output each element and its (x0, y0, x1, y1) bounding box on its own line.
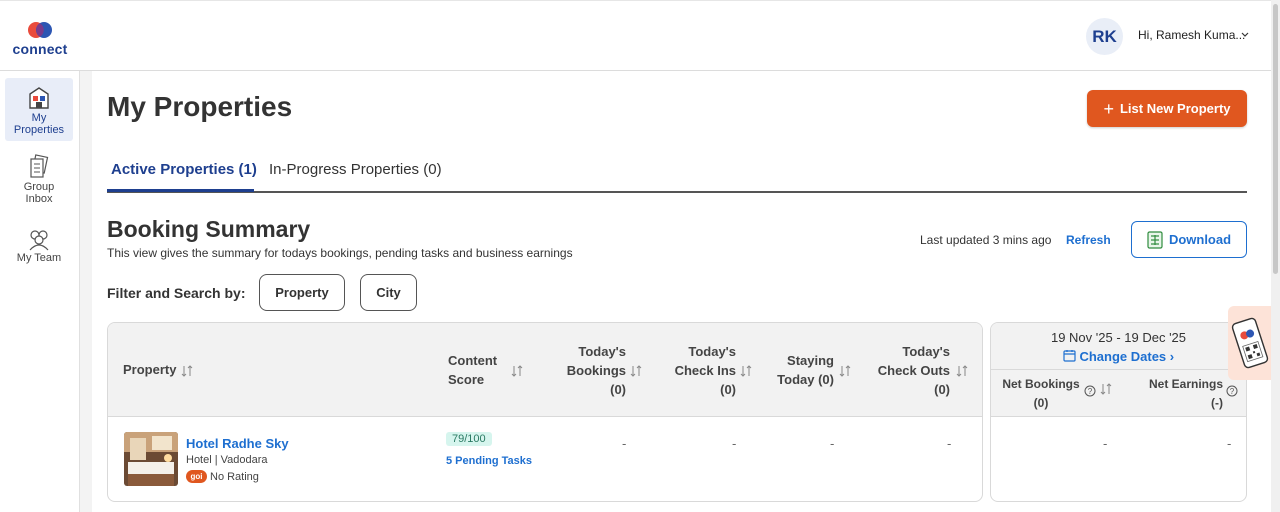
column-header-net-earnings[interactable]: Net Earnings (-) (1139, 375, 1223, 413)
sidebar-item-my-team[interactable]: My Team (5, 226, 73, 271)
change-dates-link[interactable]: Change Dates › (991, 349, 1246, 364)
filter-label: Filter and Search by: (107, 285, 246, 301)
info-icon[interactable]: ? (1226, 385, 1238, 397)
team-icon (29, 230, 49, 251)
connect-logo[interactable]: connect (10, 17, 70, 59)
cell-todays-bookings: - (622, 436, 627, 451)
property-tabs: Active Properties (1) In-Progress Proper… (107, 157, 1247, 193)
sidebar: My Properties Group Inbox My Team (0, 71, 80, 512)
sidebar-gutter (80, 71, 92, 512)
sidebar-item-label: Group (23, 181, 55, 193)
table-header: Property Content Score Today's Bookings … (108, 323, 982, 417)
section-title: Booking Summary (107, 216, 311, 242)
cell-todays-check-outs: - (947, 436, 952, 451)
refresh-link[interactable]: Refresh (1066, 233, 1111, 247)
column-header-todays-bookings[interactable]: Today's Bookings (0) (558, 342, 626, 399)
content-score-badge: 79/100 (446, 432, 492, 446)
tab-in-progress-properties[interactable]: In-Progress Properties (0) (269, 161, 442, 178)
rating-text: No Rating (210, 470, 259, 483)
sidebar-item-my-properties[interactable]: My Properties (5, 78, 73, 141)
cell-todays-check-ins: - (732, 436, 737, 451)
plus-icon: + (1103, 98, 1114, 119)
column-header-staying-today[interactable]: Staying Today (0) (768, 351, 834, 389)
sort-icon[interactable] (629, 363, 643, 379)
property-name-link[interactable]: Hotel Radhe Sky (186, 436, 289, 451)
logo-text: connect (12, 41, 68, 57)
cell-staying-today: - (830, 436, 835, 451)
active-tab-indicator (107, 189, 254, 192)
earnings-header: 19 Nov '25 - 19 Dec '25 Change Dates › N… (991, 323, 1246, 417)
download-button[interactable]: Download (1131, 221, 1247, 258)
sidebar-item-label: Inbox (25, 193, 53, 205)
date-range: 19 Nov '25 - 19 Dec '25 (1050, 330, 1187, 345)
button-label: Download (1168, 232, 1232, 247)
sidebar-item-label: Properties (13, 124, 65, 136)
button-label: List New Property (1119, 101, 1231, 116)
cell-net-earnings: - (1227, 436, 1232, 451)
sort-icon[interactable] (510, 363, 524, 379)
property-thumbnail (124, 432, 178, 486)
avatar[interactable]: RK (1086, 18, 1123, 55)
svg-text:?: ? (1088, 387, 1093, 396)
page-title: My Properties (107, 91, 293, 122)
scrollbar-thumb[interactable] (1273, 4, 1278, 274)
property-type-city: Hotel | Vadodara (186, 454, 268, 466)
filter-chip-property[interactable]: Property (259, 274, 345, 311)
booking-summary-table: Property Content Score Today's Bookings … (107, 322, 983, 502)
property-rating: goi No Rating (186, 470, 259, 483)
filter-chip-city[interactable]: City (360, 274, 417, 311)
phone-qr-icon (1231, 317, 1269, 369)
chevron-down-icon[interactable] (1239, 28, 1251, 42)
column-header-content-score[interactable]: Content Score (448, 351, 497, 389)
logo-mark-icon (28, 22, 52, 38)
goibibo-logo-icon: goi (186, 470, 207, 483)
list-new-property-button[interactable]: + List New Property (1087, 90, 1247, 127)
column-header-property[interactable]: Property (123, 360, 194, 379)
column-header-net-bookings[interactable]: Net Bookings (0) (1001, 375, 1081, 413)
calendar-icon (1063, 350, 1076, 362)
earnings-table: 19 Nov '25 - 19 Dec '25 Change Dates › N… (990, 322, 1247, 502)
section-subtitle: This view gives the summary for todays b… (107, 246, 573, 260)
top-header: connect RK Hi, Ramesh Kuma... (0, 0, 1280, 71)
last-updated-text: Last updated 3 mins ago (920, 233, 1052, 247)
column-header-todays-check-ins[interactable]: Today's Check Ins (0) (668, 342, 736, 399)
user-greeting[interactable]: Hi, Ramesh Kuma... (1138, 28, 1245, 42)
column-header-todays-check-outs[interactable]: Today's Check Outs (0) (868, 342, 950, 399)
sort-icon[interactable] (1099, 381, 1113, 397)
properties-icon (29, 87, 49, 109)
pending-tasks-link[interactable]: 5 Pending Tasks (446, 455, 532, 467)
app-download-widget[interactable] (1228, 306, 1272, 380)
info-icon[interactable]: ? (1084, 385, 1096, 397)
sort-icon[interactable] (739, 363, 753, 379)
sidebar-item-label: My (31, 112, 47, 124)
sort-icon[interactable] (838, 363, 852, 379)
sidebar-item-label: My Team (16, 252, 62, 264)
group-inbox-icon (30, 154, 49, 178)
svg-text:?: ? (1230, 387, 1235, 396)
divider (991, 369, 1246, 370)
tab-active-properties[interactable]: Active Properties (1) (111, 161, 257, 178)
sort-icon[interactable] (955, 363, 969, 379)
sidebar-item-group-inbox[interactable]: Group Inbox (5, 151, 73, 209)
spreadsheet-icon (1147, 230, 1163, 249)
cell-net-bookings: - (1103, 436, 1108, 451)
chevron-right-icon: › (1169, 349, 1175, 364)
sort-icon[interactable] (180, 363, 194, 379)
